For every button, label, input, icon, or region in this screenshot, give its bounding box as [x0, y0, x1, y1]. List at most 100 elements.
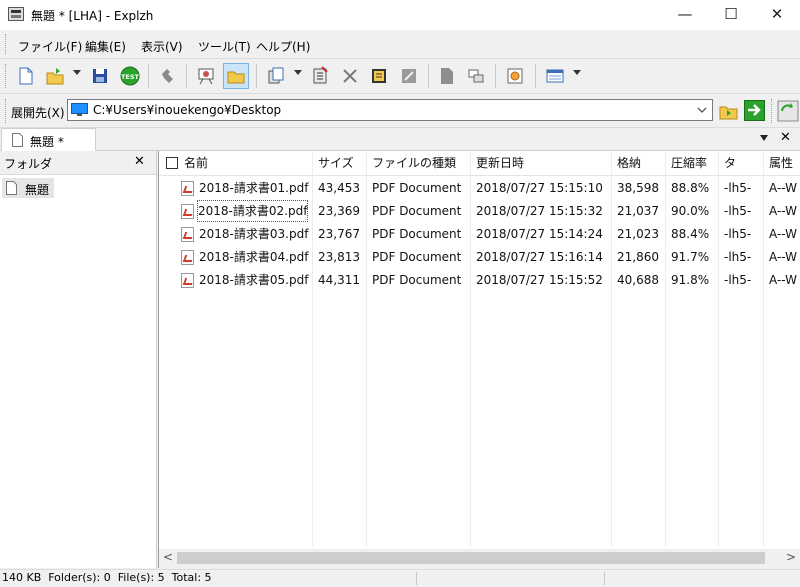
document-icon — [6, 181, 17, 195]
delete-icon[interactable] — [339, 65, 361, 87]
tab-bar: 無題 * ✕ — [0, 128, 800, 151]
pdf-file-icon — [181, 227, 194, 242]
copy-dropdown-icon[interactable] — [294, 70, 302, 75]
test-icon[interactable]: TEST — [119, 65, 141, 87]
horizontal-scrollbar[interactable]: < > — [159, 549, 800, 568]
table-row[interactable]: 2018-請求書03.pdf 23,767 PDF Document 2018/07/… — [159, 223, 800, 245]
table-row[interactable]: 2018-請求書05.pdf 44,311 PDF Document 2018/07/… — [159, 269, 800, 291]
desktop-icon — [71, 103, 88, 116]
chevron-down-icon[interactable] — [696, 104, 708, 116]
extract-go-icon[interactable] — [744, 100, 765, 121]
pdf-file-icon — [181, 204, 194, 219]
toolbar-separator — [535, 64, 536, 88]
path-bar: 展開先(X) C:¥Users¥inouekengo¥Desktop — [0, 95, 800, 128]
scroll-right-button[interactable]: > — [786, 550, 796, 564]
view-icon[interactable] — [195, 65, 217, 87]
folder-tree-item[interactable]: 無題 — [2, 178, 54, 198]
file-ratio: 91.7% — [671, 250, 710, 264]
window-title: 無題 * [LHA] - Explzh — [31, 9, 154, 23]
view-mode-dropdown-icon[interactable] — [573, 70, 581, 75]
file-attributes: A--W — [769, 204, 797, 218]
file-ratio: 91.8% — [671, 273, 710, 287]
status-text: 140 KB Folder(s): 0 File(s): 5 Total: 5 — [2, 571, 212, 584]
refresh-archive-icon[interactable] — [777, 100, 799, 122]
column-header-packed[interactable]: 格納 — [611, 151, 665, 175]
file-size: 43,453 — [318, 181, 360, 195]
browse-folder-icon[interactable] — [719, 101, 739, 121]
file-list: 名前 サイズ ファイルの種類 更新日時 格納 圧縮率 タ 属性 2018-請求書… — [158, 151, 800, 568]
file-attributes: A--W — [769, 273, 797, 287]
pathbar-grip-right — [771, 99, 774, 123]
close-button[interactable]: ✕ — [754, 0, 800, 30]
table-row[interactable]: 2018-請求書02.pdf 23,369 PDF Document 2018/07/… — [159, 200, 800, 222]
file-size: 44,311 — [318, 273, 360, 287]
folder-pane-close-icon[interactable]: ✕ — [134, 154, 145, 169]
menu-view[interactable]: 表示(V) — [141, 38, 183, 55]
menu-help[interactable]: ヘルプ(H) — [256, 38, 310, 55]
page-icon[interactable] — [436, 65, 458, 87]
column-header-ratio[interactable]: 圧縮率 — [665, 151, 718, 175]
menu-tools[interactable]: ツール(T) — [198, 38, 251, 55]
file-modified: 2018/07/27 15:14:24 — [476, 227, 603, 241]
save-icon[interactable] — [89, 65, 111, 87]
file-packed: 21,037 — [617, 204, 659, 218]
file-method: -lh5- — [724, 227, 752, 241]
status-bar: 140 KB Folder(s): 0 File(s): 5 Total: 5 — [0, 569, 800, 587]
menu-bar: ファイル(F) 編集(E) 表示(V) ツール(T) ヘルプ(H) — [0, 30, 800, 59]
file-modified: 2018/07/27 15:15:32 — [476, 204, 603, 218]
folder-pane-title: フォルダ — [4, 157, 53, 171]
column-header-size[interactable]: サイズ — [312, 151, 366, 175]
file-modified: 2018/07/27 15:16:14 — [476, 250, 603, 264]
properties-icon[interactable] — [368, 65, 390, 87]
maximize-button[interactable]: ☐ — [708, 0, 754, 30]
column-header-name[interactable]: 名前 — [178, 151, 312, 175]
convert-icon[interactable] — [398, 65, 420, 87]
extract-to-label: 展開先(X) — [11, 106, 65, 120]
tab-close-icon[interactable]: ✕ — [780, 130, 791, 145]
folder-open-icon[interactable] — [223, 63, 249, 89]
delete-file-icon[interactable] — [309, 65, 331, 87]
status-divider — [416, 572, 417, 585]
table-row[interactable]: 2018-請求書01.pdf 43,453 PDF Document 2018/07/… — [159, 177, 800, 199]
file-name: 2018-請求書01.pdf — [199, 181, 309, 195]
menu-file[interactable]: ファイル(F) — [18, 38, 82, 55]
document-icon — [12, 133, 23, 147]
file-ratio: 90.0% — [671, 204, 710, 218]
column-header-attributes[interactable]: 属性 — [763, 151, 800, 175]
extract-icon[interactable] — [157, 65, 179, 87]
minimize-button[interactable]: — — [662, 0, 708, 30]
toolbar-separator — [186, 64, 187, 88]
settings-icon[interactable] — [504, 65, 526, 87]
extract-path-combobox[interactable]: C:¥Users¥inouekengo¥Desktop — [67, 99, 713, 121]
toolbar-separator — [495, 64, 496, 88]
file-packed: 21,860 — [617, 250, 659, 264]
file-name: 2018-請求書05.pdf — [199, 273, 309, 287]
column-header-type[interactable]: ファイルの種類 — [366, 151, 470, 175]
scrollbar-thumb[interactable] — [177, 552, 765, 564]
tab-untitled[interactable]: 無題 * — [1, 128, 96, 151]
file-name: 2018-請求書03.pdf — [199, 227, 309, 241]
file-method: -lh5- — [724, 273, 752, 287]
new-archive-icon[interactable] — [14, 65, 36, 87]
file-type: PDF Document — [372, 204, 462, 218]
table-row[interactable]: 2018-請求書04.pdf 23,813 PDF Document 2018/07/… — [159, 246, 800, 268]
copy-icon[interactable] — [265, 65, 287, 87]
open-archive-icon[interactable] — [44, 65, 66, 87]
menu-edit[interactable]: 編集(E) — [85, 38, 126, 55]
open-dropdown-icon[interactable] — [73, 70, 81, 75]
select-all-checkbox[interactable] — [166, 157, 178, 169]
column-header-modified[interactable]: 更新日時 — [470, 151, 611, 175]
column-header-method[interactable]: タ — [718, 151, 763, 175]
folder-pane-header: フォルダ ✕ — [0, 151, 156, 175]
tab-list-dropdown-icon[interactable] — [760, 135, 768, 141]
file-ratio: 88.4% — [671, 227, 710, 241]
split-icon[interactable] — [465, 65, 487, 87]
scroll-left-button[interactable]: < — [163, 550, 173, 564]
view-mode-icon[interactable] — [544, 65, 566, 87]
file-packed: 38,598 — [617, 181, 659, 195]
pdf-file-icon — [181, 273, 194, 288]
pathbar-grip — [5, 99, 9, 123]
file-type: PDF Document — [372, 227, 462, 241]
file-packed: 40,688 — [617, 273, 659, 287]
pdf-file-icon — [181, 250, 194, 265]
